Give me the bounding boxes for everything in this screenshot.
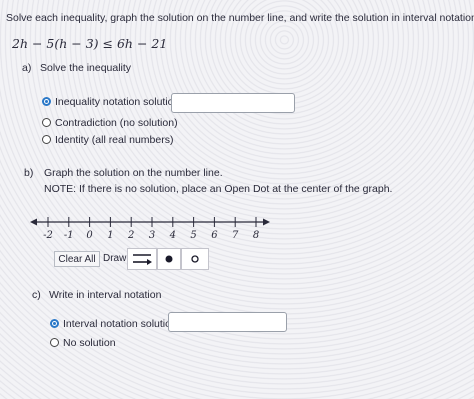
tick-label: 8 [252, 230, 260, 241]
ray-tool-icon [133, 254, 152, 265]
radio-contradiction[interactable] [42, 118, 51, 127]
closed-dot-icon [165, 255, 173, 263]
open-dot-icon [191, 255, 199, 263]
part-b-prompt: Graph the solution on the number line. [44, 167, 223, 179]
tick-label: 7 [232, 230, 239, 241]
number-line[interactable]: -2 -1 0 1 2 3 4 5 6 7 8 [30, 212, 270, 248]
number-line-axis [30, 217, 270, 227]
tick-label: 6 [211, 230, 218, 241]
radio-identity[interactable] [42, 135, 51, 144]
radio-no-solution[interactable] [50, 338, 59, 347]
inequality-solution-input[interactable] [171, 93, 295, 113]
tick-label: 0 [86, 230, 93, 241]
option-contradiction-label: Contradiction (no solution) [55, 117, 178, 129]
option-no-solution-label: No solution [63, 337, 116, 349]
part-b-label: b) [24, 167, 34, 179]
inequality-expression: 2h − 5(h − 3) ≤ 6h − 21 [12, 36, 168, 51]
radio-interval-notation[interactable] [50, 319, 59, 328]
open-dot-tool-button[interactable] [181, 248, 209, 270]
option-identity-label: Identity (all real numbers) [55, 134, 174, 146]
option-inequality-notation-label: Inequality notation solution [55, 96, 180, 108]
part-c-prompt: Write in interval notation [49, 289, 162, 301]
tick-label: -2 [43, 230, 53, 241]
tick-label: 1 [107, 230, 114, 241]
radio-inequality-notation[interactable] [42, 97, 51, 106]
tick-label: 2 [128, 230, 135, 241]
closed-dot-tool-button[interactable] [157, 248, 181, 270]
draw-label: Draw: [103, 253, 130, 264]
part-a-prompt: Solve the inequality [40, 62, 132, 74]
ray-tool-button[interactable] [127, 248, 157, 270]
clear-all-button[interactable]: Clear All [54, 251, 100, 267]
interval-solution-input[interactable] [168, 312, 287, 332]
part-c-label: c) [32, 289, 41, 301]
instructions-text: Solve each inequality, graph the solutio… [6, 12, 474, 24]
part-a-label: a) [22, 62, 32, 74]
tick-label: 3 [148, 230, 156, 241]
tick-label: 5 [190, 230, 197, 241]
tick-label: -1 [63, 230, 74, 241]
option-interval-notation-label: Interval notation solution: [63, 318, 180, 330]
tick-label: 4 [169, 230, 176, 241]
part-b-note: NOTE: If there is no solution, place an … [44, 183, 393, 195]
